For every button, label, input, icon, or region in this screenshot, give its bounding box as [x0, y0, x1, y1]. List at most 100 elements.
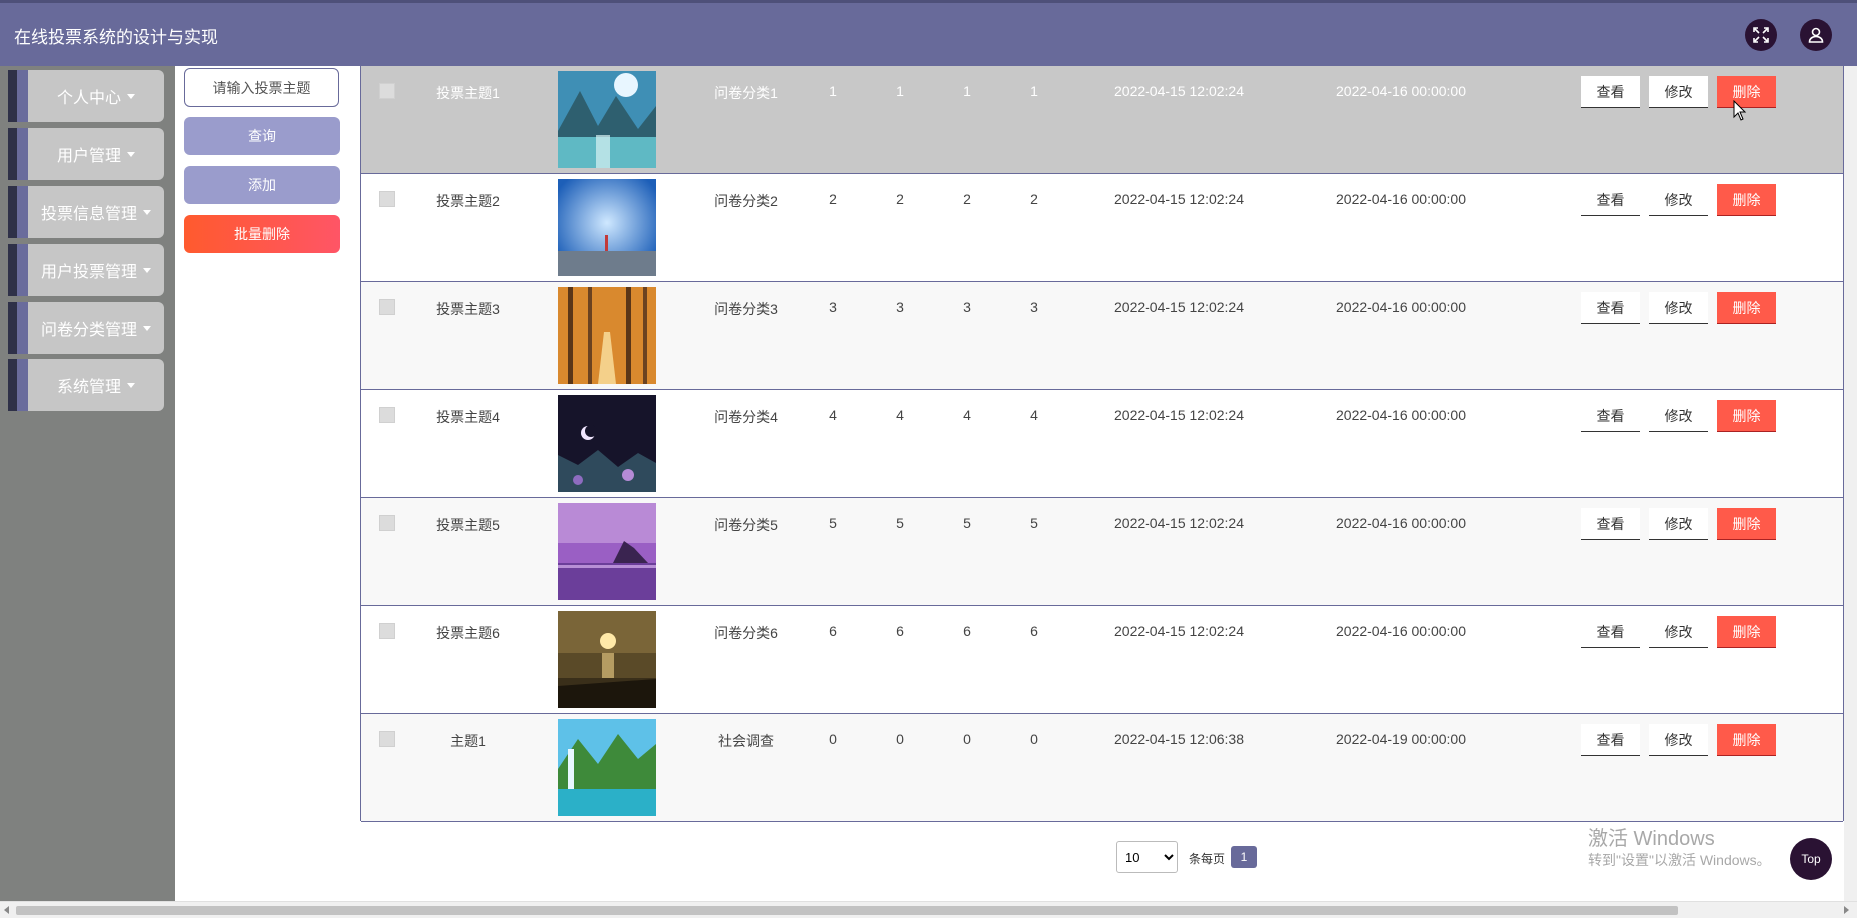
edit-button[interactable]: 修改 — [1649, 292, 1708, 324]
cell-count-3: 5 — [963, 515, 971, 531]
cell-count-4: 4 — [1030, 407, 1038, 423]
fullscreen-button[interactable] — [1745, 19, 1777, 51]
cell-category: 问卷分类6 — [714, 625, 778, 641]
delete-button[interactable]: 删除 — [1717, 400, 1776, 432]
cell-title: 投票主题3 — [436, 301, 500, 317]
view-button[interactable]: 查看 — [1581, 292, 1640, 324]
view-button[interactable]: 查看 — [1581, 616, 1640, 648]
cell-end-time: 2022-04-16 00:00:00 — [1336, 191, 1466, 207]
table-row[interactable]: 主题1 社会调查 0 0 0 0 2022-04-15 12:06:38 202… — [361, 714, 1843, 822]
table-row[interactable]: 投票主题3 问卷分类3 3 3 3 3 2022-04-15 12:02:24 … — [361, 282, 1843, 390]
cell-category: 问卷分类2 — [714, 193, 778, 209]
thumbnail-image — [558, 179, 656, 276]
view-button[interactable]: 查看 — [1581, 508, 1640, 540]
user-button[interactable] — [1800, 19, 1832, 51]
edit-button[interactable]: 修改 — [1649, 76, 1708, 108]
cell-count-3: 0 — [963, 731, 971, 747]
cell-start-time: 2022-04-15 12:02:24 — [1114, 83, 1244, 99]
thumbnail-image — [558, 71, 656, 168]
delete-button[interactable]: 删除 — [1717, 292, 1776, 324]
add-button[interactable]: 添加 — [184, 166, 340, 204]
sidebar-item-vote-info-management[interactable]: 投票信息管理 — [8, 186, 164, 238]
back-to-top-button[interactable]: Top — [1790, 838, 1832, 880]
cell-category: 问卷分类5 — [714, 517, 778, 533]
delete-button[interactable]: 删除 — [1717, 724, 1776, 756]
thumbnail-image — [558, 719, 656, 816]
sidebar-item-personal-center[interactable]: 个人中心 — [8, 70, 164, 122]
expand-arrows-icon — [1753, 27, 1769, 43]
sidebar-item-label: 投票信息管理 — [40, 206, 137, 223]
view-button[interactable]: 查看 — [1581, 400, 1640, 432]
sidebar-item-system-management[interactable]: 系统管理 — [8, 359, 164, 411]
menu-accent-bar — [8, 186, 28, 238]
caret-down-icon — [143, 325, 151, 331]
edit-button[interactable]: 修改 — [1649, 400, 1708, 432]
cell-count-1: 0 — [829, 731, 837, 747]
cell-end-time: 2022-04-16 00:00:00 — [1336, 83, 1466, 99]
cell-category: 问卷分类4 — [714, 409, 778, 425]
row-checkbox[interactable] — [379, 191, 395, 207]
cell-count-3: 3 — [963, 299, 971, 315]
cell-count-1: 5 — [829, 515, 837, 531]
thumbnail-image — [558, 503, 656, 600]
cell-count-2: 5 — [896, 515, 904, 531]
batch-delete-button[interactable]: 批量删除 — [184, 215, 340, 253]
row-checkbox[interactable] — [379, 515, 395, 531]
activation-watermark-subtitle: 转到"设置"以激活 Windows。 — [1588, 852, 1771, 868]
sidebar-item-label: 问卷分类管理 — [40, 322, 137, 339]
sidebar-item-user-management[interactable]: 用户管理 — [8, 128, 164, 180]
cell-count-4: 0 — [1030, 731, 1038, 747]
table-row[interactable]: 投票主题1 问卷分类1 1 1 1 1 2022-04-15 12:02:24 … — [361, 66, 1843, 174]
table-row[interactable]: 投票主题5 问卷分类5 5 5 5 5 2022-04-15 12:02:24 … — [361, 498, 1843, 606]
cell-start-time: 2022-04-15 12:02:24 — [1114, 515, 1244, 531]
delete-button[interactable]: 删除 — [1717, 508, 1776, 540]
row-checkbox[interactable] — [379, 623, 395, 639]
vote-table: 投票主题1 问卷分类1 1 1 1 1 2022-04-15 12:02:24 … — [360, 66, 1844, 822]
cell-count-2: 4 — [896, 407, 904, 423]
menu-accent-bar — [8, 128, 28, 180]
cell-count-2: 2 — [896, 191, 904, 207]
page-size-label: 条每页 — [1189, 852, 1226, 866]
page-number-current[interactable]: 1 — [1231, 846, 1257, 868]
vertical-scrollbar[interactable] — [1844, 66, 1857, 901]
sidebar-item-questionnaire-category[interactable]: 问卷分类管理 — [8, 302, 164, 354]
sidebar: 个人中心 用户管理 投票信息管理 用户投票管理 问卷分类管理 系统管理 — [0, 66, 175, 901]
query-button[interactable]: 查询 — [184, 117, 340, 155]
cell-count-2: 1 — [896, 83, 904, 99]
view-button[interactable]: 查看 — [1581, 724, 1640, 756]
row-checkbox[interactable] — [379, 83, 395, 99]
sidebar-item-label: 用户管理 — [56, 148, 121, 165]
menu-accent-bar — [8, 70, 28, 122]
thumbnail-image — [558, 287, 656, 384]
table-row[interactable]: 投票主题6 问卷分类6 6 6 6 6 2022-04-15 12:02:24 … — [361, 606, 1843, 714]
edit-button[interactable]: 修改 — [1649, 616, 1708, 648]
sidebar-item-user-vote-management[interactable]: 用户投票管理 — [8, 244, 164, 296]
edit-button[interactable]: 修改 — [1649, 724, 1708, 756]
view-button[interactable]: 查看 — [1581, 184, 1640, 216]
sidebar-item-label: 用户投票管理 — [40, 264, 137, 281]
edit-button[interactable]: 修改 — [1649, 508, 1708, 540]
view-button[interactable]: 查看 — [1581, 76, 1640, 108]
delete-button[interactable]: 删除 — [1717, 616, 1776, 648]
row-checkbox[interactable] — [379, 731, 395, 747]
table-row[interactable]: 投票主题4 问卷分类4 4 4 4 4 2022-04-15 12:02:24 … — [361, 390, 1843, 498]
search-input[interactable] — [184, 68, 339, 107]
cell-title: 投票主题4 — [436, 409, 500, 425]
activation-watermark-title: 激活 Windows — [1588, 828, 1715, 850]
menu-accent-bar — [8, 359, 28, 411]
table-row[interactable]: 投票主题2 问卷分类2 2 2 2 2 2022-04-15 12:02:24 … — [361, 174, 1843, 282]
horizontal-scrollbar[interactable] — [0, 901, 1857, 918]
page-size-select[interactable]: 10 — [1116, 841, 1178, 873]
cell-title: 主题1 — [450, 733, 486, 749]
caret-down-icon — [143, 267, 151, 273]
cell-count-4: 1 — [1030, 83, 1038, 99]
cell-end-time: 2022-04-16 00:00:00 — [1336, 623, 1466, 639]
horizontal-scroll-thumb[interactable] — [16, 906, 1678, 915]
delete-button[interactable]: 删除 — [1717, 184, 1776, 216]
cell-count-2: 3 — [896, 299, 904, 315]
row-checkbox[interactable] — [379, 299, 395, 315]
scroll-right-arrow-icon[interactable] — [1844, 906, 1849, 914]
row-checkbox[interactable] — [379, 407, 395, 423]
edit-button[interactable]: 修改 — [1649, 184, 1708, 216]
scroll-left-arrow-icon[interactable] — [4, 906, 9, 914]
